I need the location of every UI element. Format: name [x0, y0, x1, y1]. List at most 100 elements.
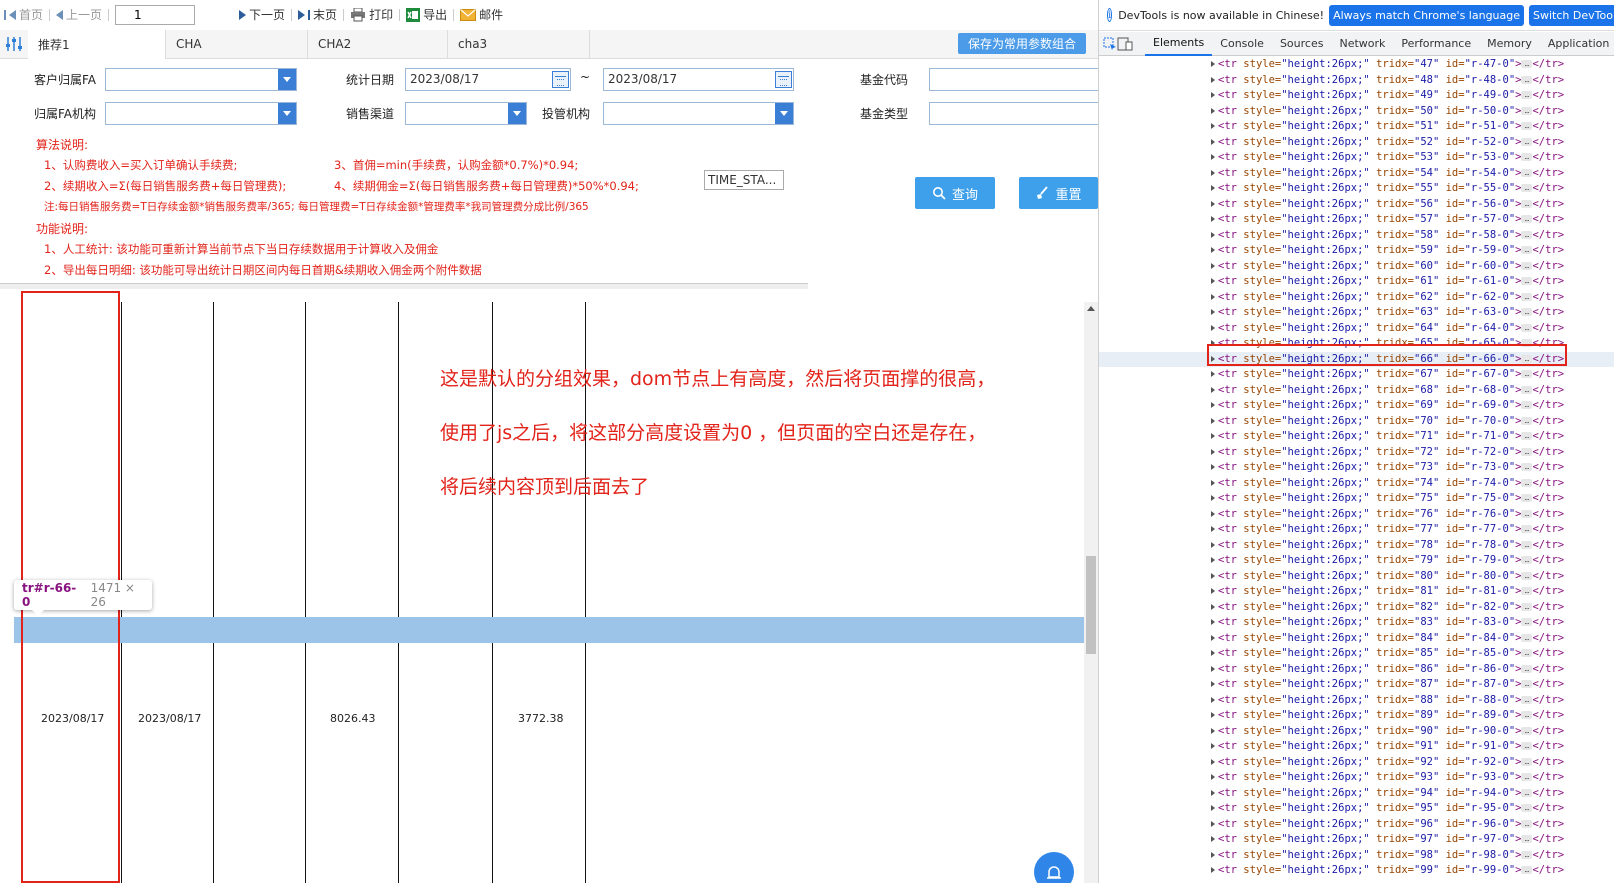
collapsed-children-icon[interactable]: …: [1521, 168, 1533, 177]
expand-caret-icon[interactable]: [1211, 464, 1215, 470]
expand-caret-icon[interactable]: [1211, 650, 1215, 656]
dom-node-tr[interactable]: <tr style="height:26px;" tridx="89" id="…: [1099, 708, 1614, 724]
tab-cha3[interactable]: cha3: [448, 29, 590, 59]
fund-type-input[interactable]: [929, 102, 1098, 125]
expand-caret-icon[interactable]: [1211, 123, 1215, 129]
tab-recommend-1[interactable]: 推荐1: [28, 29, 166, 59]
dom-node-tr[interactable]: <tr style="height:26px;" tridx="63" id="…: [1099, 305, 1614, 321]
expand-caret-icon[interactable]: [1211, 185, 1215, 191]
expand-caret-icon[interactable]: [1211, 634, 1215, 641]
dom-node-tr[interactable]: <tr style="height:26px;" tridx="97" id="…: [1099, 832, 1614, 848]
fund-code-input[interactable]: [929, 68, 1098, 91]
collapsed-children-icon[interactable]: …: [1521, 323, 1533, 332]
expand-caret-icon[interactable]: [1211, 774, 1215, 780]
dom-node-tr[interactable]: <tr style="height:26px;" tridx="87" id="…: [1099, 677, 1614, 693]
dom-node-tr[interactable]: <tr style="height:26px;" tridx="56" id="…: [1099, 197, 1614, 213]
prev-page-button[interactable]: 上一页: [56, 6, 102, 23]
tab-network[interactable]: Network: [1331, 32, 1393, 56]
dom-node-tr[interactable]: <tr style="height:26px;" tridx="68" id="…: [1099, 383, 1614, 399]
next-page-button[interactable]: 下一页: [239, 6, 285, 23]
dropdown-arrow-icon[interactable]: [278, 69, 296, 90]
reset-button[interactable]: 重置: [1019, 177, 1098, 209]
dom-node-tr[interactable]: <tr style="height:26px;" tridx="52" id="…: [1099, 135, 1614, 151]
tab-memory[interactable]: Memory: [1479, 32, 1540, 56]
device-toolbar-icon[interactable]: [1117, 32, 1133, 56]
collapsed-children-icon[interactable]: …: [1521, 804, 1533, 812]
dom-node-tr[interactable]: <tr style="height:26px;" tridx="85" id="…: [1099, 646, 1614, 662]
expand-caret-icon[interactable]: [1211, 836, 1215, 842]
collapsed-children-icon[interactable]: …: [1521, 277, 1533, 285]
dom-node-tr[interactable]: <tr style="height:26px;" tridx="60" id="…: [1099, 259, 1614, 275]
expand-caret-icon[interactable]: [1211, 138, 1215, 145]
vertical-scrollbar[interactable]: [1084, 302, 1098, 883]
dom-node-tr[interactable]: <tr style="height:26px;" tridx="72" id="…: [1099, 445, 1614, 461]
dom-node-tr[interactable]: <tr style="height:26px;" tridx="77" id="…: [1099, 522, 1614, 538]
expand-caret-icon[interactable]: [1211, 588, 1215, 594]
collapsed-children-icon[interactable]: …: [1521, 385, 1533, 394]
collapsed-children-icon[interactable]: …: [1521, 773, 1533, 781]
collapsed-children-icon[interactable]: …: [1521, 633, 1533, 642]
expand-caret-icon[interactable]: [1211, 231, 1215, 238]
dropdown-arrow-icon[interactable]: [278, 103, 296, 124]
expand-caret-icon[interactable]: [1211, 572, 1215, 579]
sales-channel-combobox[interactable]: [405, 102, 527, 125]
collapsed-children-icon[interactable]: …: [1521, 463, 1533, 471]
date-to-input[interactable]: 2023/08/17: [603, 68, 794, 91]
save-param-combo-button[interactable]: 保存为常用参数组合: [957, 33, 1086, 54]
collapsed-children-icon[interactable]: …: [1521, 618, 1533, 626]
date-from-input[interactable]: 2023/08/17: [405, 68, 571, 91]
expand-caret-icon[interactable]: [1211, 510, 1215, 517]
dom-node-tr[interactable]: <tr style="height:26px;" tridx="91" id="…: [1099, 739, 1614, 755]
dom-node-tr[interactable]: <tr style="height:26px;" tridx="74" id="…: [1099, 476, 1614, 492]
inspect-element-icon[interactable]: [1103, 32, 1117, 56]
scroll-up-icon[interactable]: [1087, 306, 1095, 311]
expand-caret-icon[interactable]: [1211, 247, 1215, 253]
expand-caret-icon[interactable]: [1211, 526, 1215, 532]
dom-node-tr[interactable]: <tr style="height:26px;" tridx="99" id="…: [1099, 863, 1614, 879]
collapsed-children-icon[interactable]: …: [1521, 664, 1533, 673]
collapsed-children-icon[interactable]: …: [1521, 866, 1533, 874]
expand-caret-icon[interactable]: [1211, 200, 1215, 207]
collapsed-children-icon[interactable]: …: [1521, 91, 1533, 99]
collapsed-children-icon[interactable]: …: [1521, 540, 1533, 549]
scrollbar-thumb[interactable]: [1086, 556, 1096, 654]
tab-cha[interactable]: CHA: [166, 29, 308, 59]
expand-caret-icon[interactable]: [1211, 681, 1215, 687]
dom-node-tr[interactable]: <tr style="height:26px;" tridx="80" id="…: [1099, 569, 1614, 585]
dom-node-tr[interactable]: <tr style="height:26px;" tridx="88" id="…: [1099, 693, 1614, 709]
collapsed-children-icon[interactable]: …: [1521, 106, 1533, 115]
tab-performance[interactable]: Performance: [1393, 32, 1479, 56]
dom-node-tr[interactable]: <tr style="height:26px;" tridx="86" id="…: [1099, 662, 1614, 678]
client-fa-combobox[interactable]: [105, 68, 297, 91]
dom-node-tr[interactable]: <tr style="height:26px;" tridx="96" id="…: [1099, 817, 1614, 833]
expand-caret-icon[interactable]: [1211, 433, 1215, 439]
always-match-language-button[interactable]: Always match Chrome's language: [1329, 4, 1525, 26]
first-page-button[interactable]: 首页: [4, 6, 43, 23]
expand-caret-icon[interactable]: [1211, 557, 1215, 563]
dom-node-tr[interactable]: <tr style="height:26px;" tridx="59" id="…: [1099, 243, 1614, 259]
expand-caret-icon[interactable]: [1211, 324, 1215, 331]
dom-node-tr[interactable]: <tr style="height:26px;" tridx="69" id="…: [1099, 398, 1614, 414]
dom-node-tr[interactable]: <tr style="height:26px;" tridx="75" id="…: [1099, 491, 1614, 507]
expand-caret-icon[interactable]: [1211, 293, 1215, 300]
collapsed-children-icon[interactable]: …: [1521, 788, 1533, 797]
time-stamp-field[interactable]: TIME_STA...: [704, 170, 784, 190]
dom-node-tr[interactable]: <tr style="height:26px;" tridx="47" id="…: [1099, 57, 1614, 73]
collapsed-children-icon[interactable]: …: [1521, 199, 1533, 208]
sliders-icon[interactable]: [0, 30, 28, 59]
dom-node-tr[interactable]: <tr style="height:26px;" tridx="70" id="…: [1099, 414, 1614, 430]
collapsed-children-icon[interactable]: …: [1521, 184, 1533, 192]
expand-caret-icon[interactable]: [1211, 495, 1215, 501]
tab-application[interactable]: Application: [1540, 32, 1614, 56]
dom-node-tr[interactable]: <tr style="height:26px;" tridx="95" id="…: [1099, 801, 1614, 817]
dom-node-tr[interactable]: <tr style="height:26px;" tridx="61" id="…: [1099, 274, 1614, 290]
dom-node-tr[interactable]: <tr style="height:26px;" tridx="83" id="…: [1099, 615, 1614, 631]
dom-node-tr[interactable]: <tr style="height:26px;" tridx="51" id="…: [1099, 119, 1614, 135]
dom-node-tr[interactable]: <tr style="height:26px;" tridx="57" id="…: [1099, 212, 1614, 228]
expand-caret-icon[interactable]: [1211, 603, 1215, 610]
query-button[interactable]: 查询: [915, 177, 995, 209]
collapsed-children-icon[interactable]: …: [1521, 416, 1533, 425]
dom-node-tr[interactable]: <tr style="height:26px;" tridx="71" id="…: [1099, 429, 1614, 445]
dom-node-tr[interactable]: <tr style="height:26px;" tridx="79" id="…: [1099, 553, 1614, 569]
tab-console[interactable]: Console: [1212, 32, 1272, 56]
